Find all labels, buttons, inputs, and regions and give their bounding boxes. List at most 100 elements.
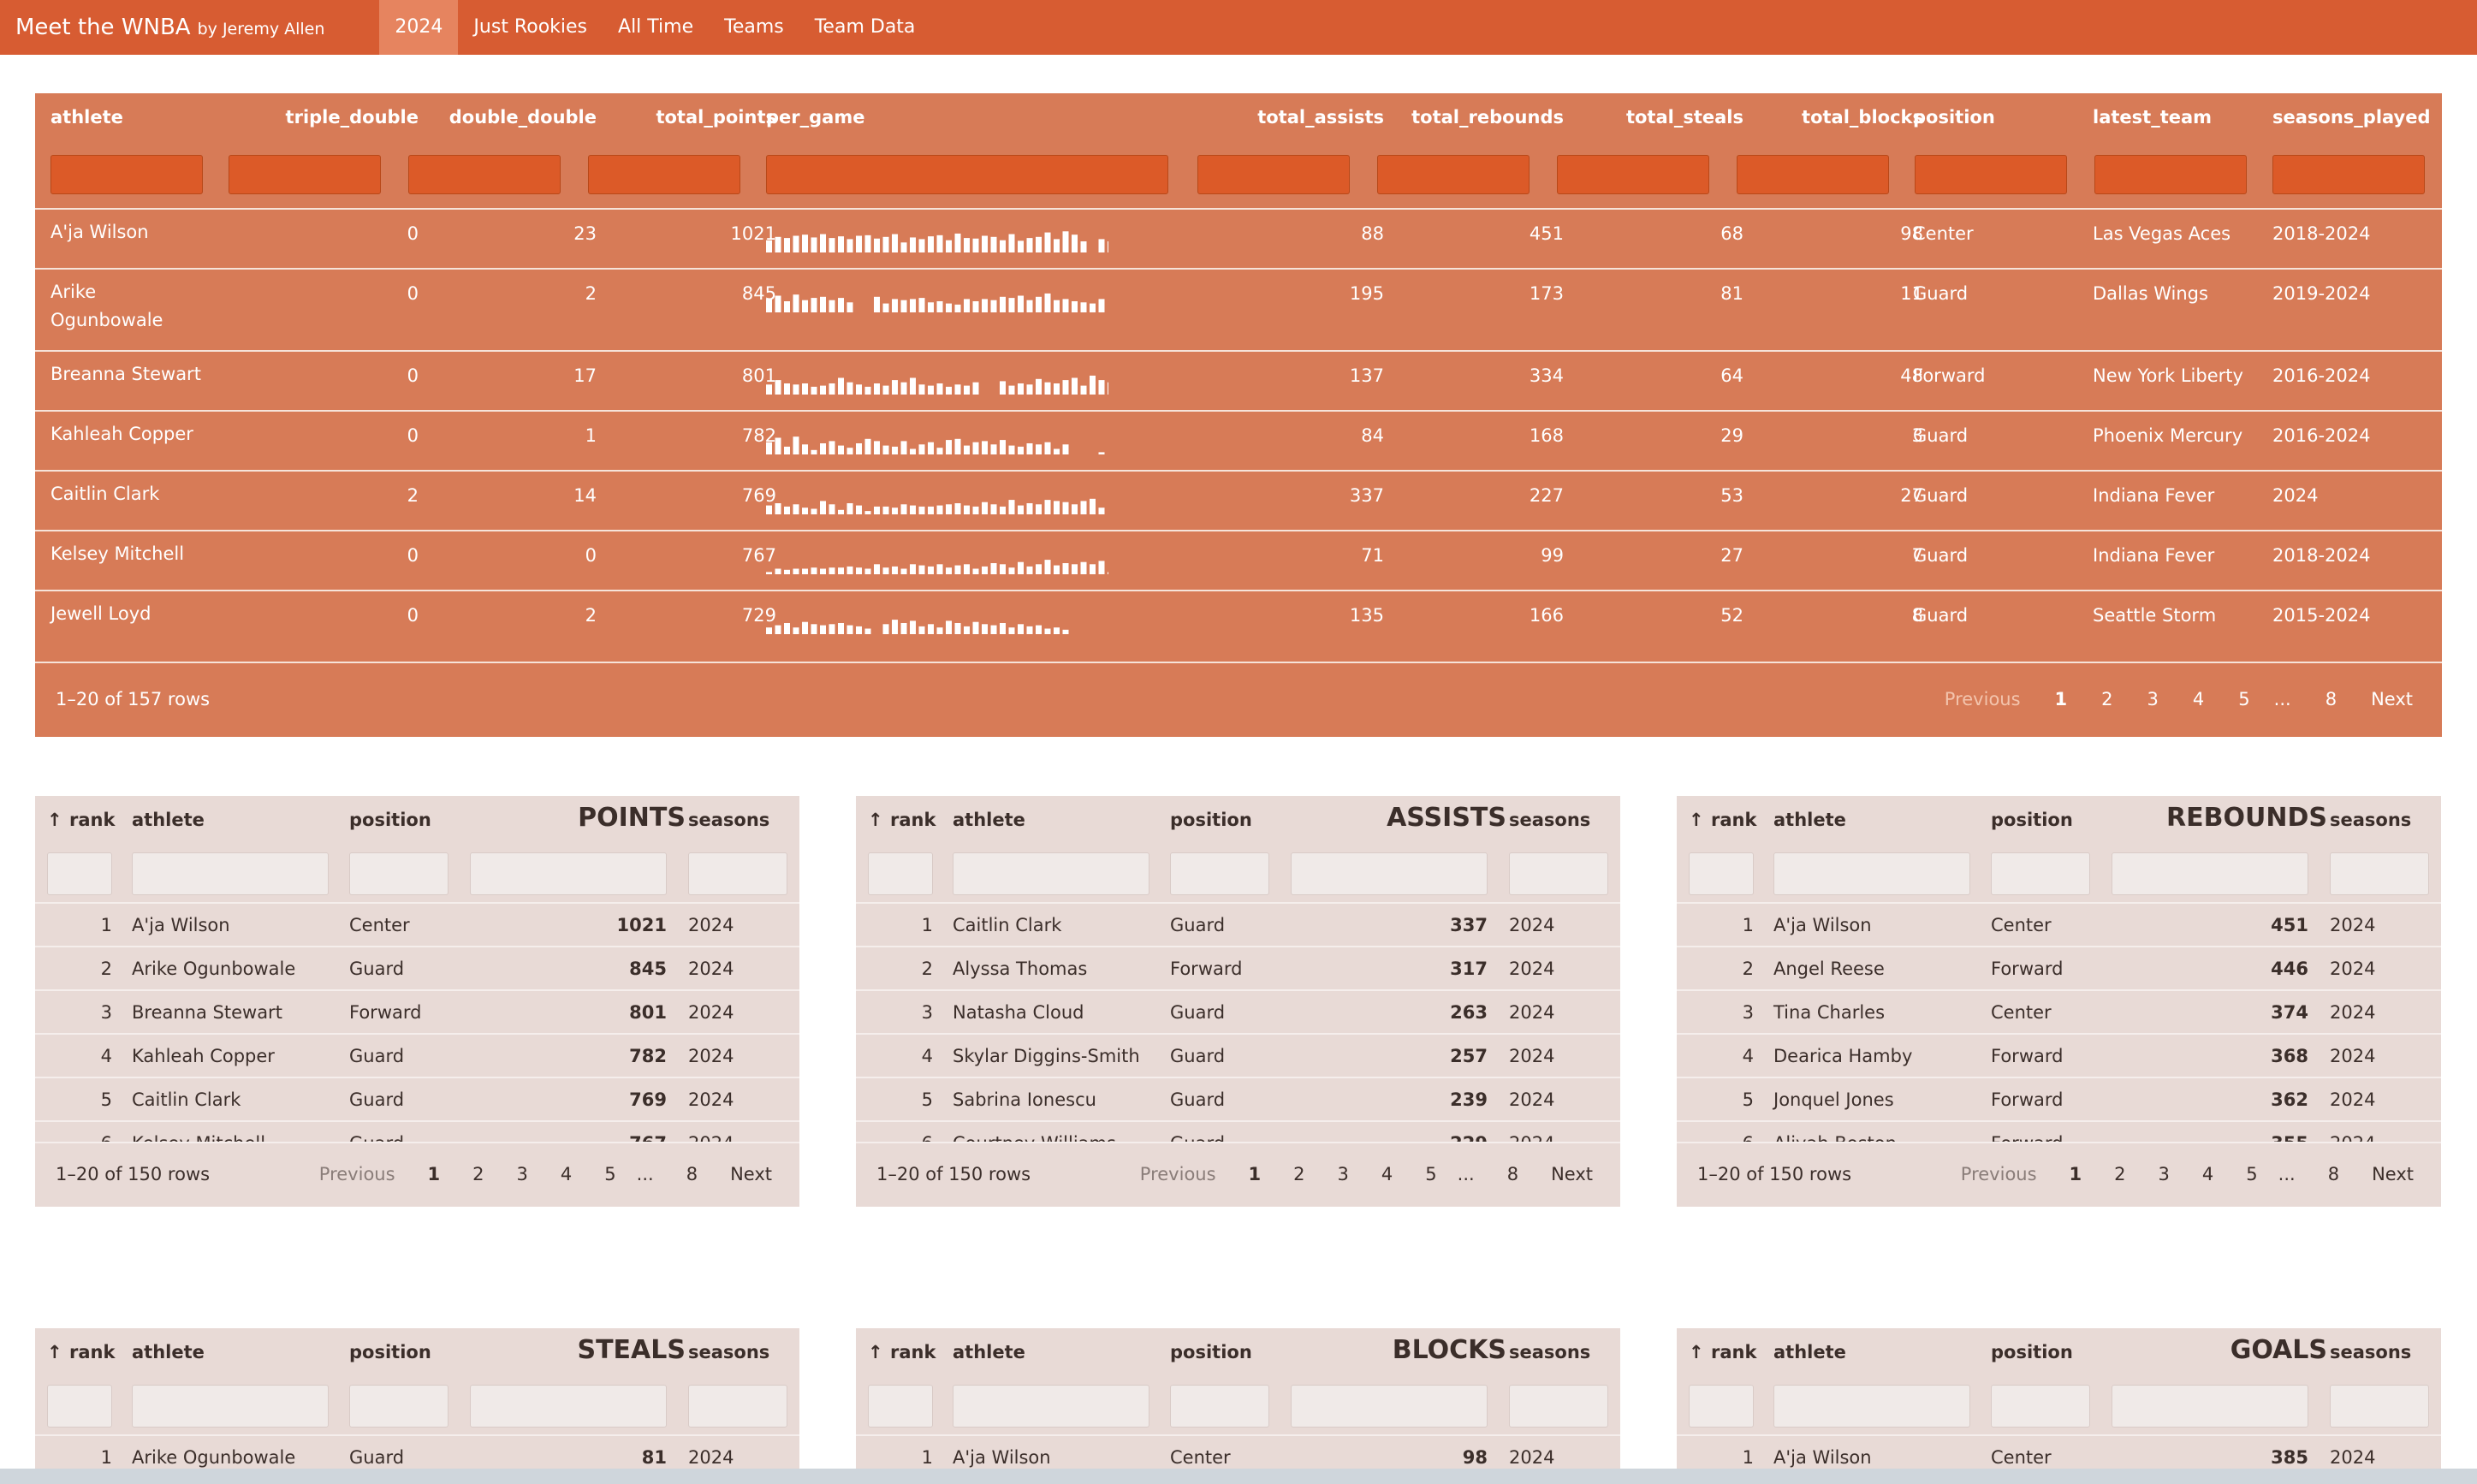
filter-total-assists[interactable] [1197, 155, 1350, 194]
column-header-seasons[interactable]: seasons [688, 810, 782, 830]
page-8-button[interactable]: 8 [2326, 689, 2337, 709]
column-header-total-blocks[interactable]: total_blocks [1735, 107, 1923, 128]
column-header-per-game[interactable]: per_game [766, 107, 1108, 128]
tab-team-data[interactable]: Team Data [799, 0, 931, 55]
table-row[interactable]: 5 Jonquel Jones Forward 362 2024 [1677, 1077, 2441, 1122]
column-header-total-assists[interactable]: total_assists [1196, 107, 1384, 128]
sort-ascending-icon[interactable]: ↑ [47, 1342, 68, 1362]
column-header-position[interactable]: position [349, 1342, 452, 1362]
page-4-button[interactable]: 4 [2193, 689, 2204, 709]
column-header-position[interactable]: position [1913, 107, 2084, 128]
next-button[interactable]: Next [2371, 689, 2413, 709]
filter-per-game[interactable] [766, 155, 1168, 194]
filter-position[interactable] [349, 852, 448, 895]
column-header-athlete[interactable]: athlete [132, 810, 303, 830]
filter-total-points[interactable] [588, 155, 740, 194]
tab-just-rookies[interactable]: Just Rookies [458, 0, 603, 55]
column-header-position[interactable]: position [349, 810, 452, 830]
column-header-rank[interactable]: rank [69, 810, 129, 830]
column-header-position[interactable]: position [1991, 1342, 2094, 1362]
column-header-athlete[interactable]: athlete [132, 1342, 303, 1362]
filter-athlete[interactable] [132, 1385, 329, 1428]
column-header-rank[interactable]: rank [69, 1342, 129, 1362]
tab-teams[interactable]: Teams [709, 0, 799, 55]
page-2-button[interactable]: 2 [472, 1164, 484, 1184]
page-1-button[interactable]: 1 [428, 1164, 441, 1184]
table-row[interactable]: 1 A'ja Wilson Center 98 2024 [856, 1434, 1620, 1469]
filter-athlete[interactable] [50, 155, 203, 194]
column-header-athlete[interactable]: athlete [953, 810, 1124, 830]
column-header-steals[interactable]: STEALS [480, 1335, 686, 1365]
sort-ascending-icon[interactable]: ↑ [1689, 1342, 1709, 1362]
page-1-button[interactable]: 1 [1249, 1164, 1262, 1184]
column-header-blocks[interactable]: BLOCKS [1301, 1335, 1506, 1365]
page-8-button[interactable]: 8 [2328, 1164, 2339, 1184]
filter-athlete[interactable] [953, 852, 1149, 895]
filter-rank[interactable] [1689, 1385, 1754, 1428]
filter-seasons-played[interactable] [2272, 155, 2425, 194]
filter-seasons[interactable] [688, 1385, 787, 1428]
filter-athlete[interactable] [953, 1385, 1149, 1428]
column-header-rank[interactable]: rank [1711, 1342, 1771, 1362]
column-header-rebounds[interactable]: REBOUNDS [2122, 803, 2327, 833]
filter-position[interactable] [1170, 852, 1269, 895]
filter-athlete[interactable] [132, 852, 329, 895]
page-5-button[interactable]: 5 [2246, 1164, 2257, 1184]
filter-position[interactable] [1991, 1385, 2090, 1428]
next-button[interactable]: Next [730, 1164, 772, 1184]
table-row[interactable]: 2 Alyssa Thomas Forward 317 2024 [856, 946, 1620, 991]
page-1-button[interactable]: 1 [2070, 1164, 2082, 1184]
column-header-position[interactable]: position [1170, 1342, 1273, 1362]
page-1-button[interactable]: 1 [2055, 689, 2068, 709]
column-header-athlete[interactable]: athlete [1773, 1342, 1945, 1362]
column-header-rank[interactable]: rank [1711, 810, 1771, 830]
filter-position[interactable] [1991, 852, 2090, 895]
page-8-button[interactable]: 8 [1507, 1164, 1518, 1184]
table-row[interactable]: 1 A'ja Wilson Center 385 2024 [1677, 1434, 2441, 1469]
app-title[interactable]: Meet the WNBA [15, 15, 191, 40]
filter-stat[interactable] [470, 1385, 667, 1428]
page-2-button[interactable]: 2 [1293, 1164, 1304, 1184]
filter-athlete[interactable] [1773, 852, 1970, 895]
column-header-total-steals[interactable]: total_steals [1555, 107, 1743, 128]
column-header-seasons[interactable]: seasons [1509, 810, 1603, 830]
column-header-total-points[interactable]: total_points [609, 107, 776, 128]
filter-position[interactable] [1170, 1385, 1269, 1428]
page-3-button[interactable]: 3 [517, 1164, 528, 1184]
page-4-button[interactable]: 4 [2202, 1164, 2213, 1184]
filter-seasons[interactable] [1509, 1385, 1608, 1428]
filter-athlete[interactable] [1773, 1385, 1970, 1428]
table-row[interactable]: 1 Arike Ogunbowale Guard 81 2024 [35, 1434, 799, 1469]
table-row[interactable]: 1 Caitlin Clark Guard 337 2024 [856, 902, 1620, 947]
table-row[interactable]: 3 Tina Charles Center 374 2024 [1677, 989, 2441, 1035]
page-8-button[interactable]: 8 [686, 1164, 698, 1184]
sort-ascending-icon[interactable]: ↑ [868, 1342, 888, 1362]
page-3-button[interactable]: 3 [2159, 1164, 2170, 1184]
filter-total-rebounds[interactable] [1377, 155, 1530, 194]
table-row[interactable]: 2 Angel Reese Forward 446 2024 [1677, 946, 2441, 991]
table-row[interactable]: 3 Breanna Stewart Forward 801 2024 [35, 989, 799, 1035]
column-header-seasons[interactable]: seasons [688, 1342, 782, 1362]
column-header-assists[interactable]: ASSISTS [1301, 803, 1506, 833]
column-header-athlete[interactable]: athlete [1773, 810, 1945, 830]
table-row[interactable]: A'ja Wilson 0 23 1021 88 451 68 98 Center Las Veg… [35, 208, 2442, 270]
table-row[interactable]: Caitlin Clark 2 14 769 337 227 53 27 Guard Indian… [35, 470, 2442, 531]
column-header-latest-team[interactable]: latest_team [2093, 107, 2272, 128]
table-row[interactable]: 1 A'ja Wilson Center 1021 2024 [35, 902, 799, 947]
filter-rank[interactable] [868, 1385, 933, 1428]
sort-ascending-icon[interactable]: ↑ [47, 810, 68, 830]
filter-double-double[interactable] [408, 155, 561, 194]
tab-all-time[interactable]: All Time [603, 0, 709, 55]
column-header-seasons[interactable]: seasons [2330, 1342, 2424, 1362]
filter-rank[interactable] [868, 852, 933, 895]
filter-total-blocks[interactable] [1737, 155, 1889, 194]
tab-2024[interactable]: 2024 [379, 0, 459, 55]
column-header-goals[interactable]: GOALS [2122, 1335, 2327, 1365]
table-row[interactable]: 6 Courtney Williams Guard229 2024 [856, 1120, 1620, 1142]
sort-ascending-icon[interactable]: ↑ [1689, 810, 1709, 830]
filter-seasons[interactable] [2330, 852, 2429, 895]
column-header-points[interactable]: POINTS [480, 803, 686, 833]
filter-stat[interactable] [470, 852, 667, 895]
page-5-button[interactable]: 5 [1425, 1164, 1436, 1184]
page-4-button[interactable]: 4 [1381, 1164, 1393, 1184]
